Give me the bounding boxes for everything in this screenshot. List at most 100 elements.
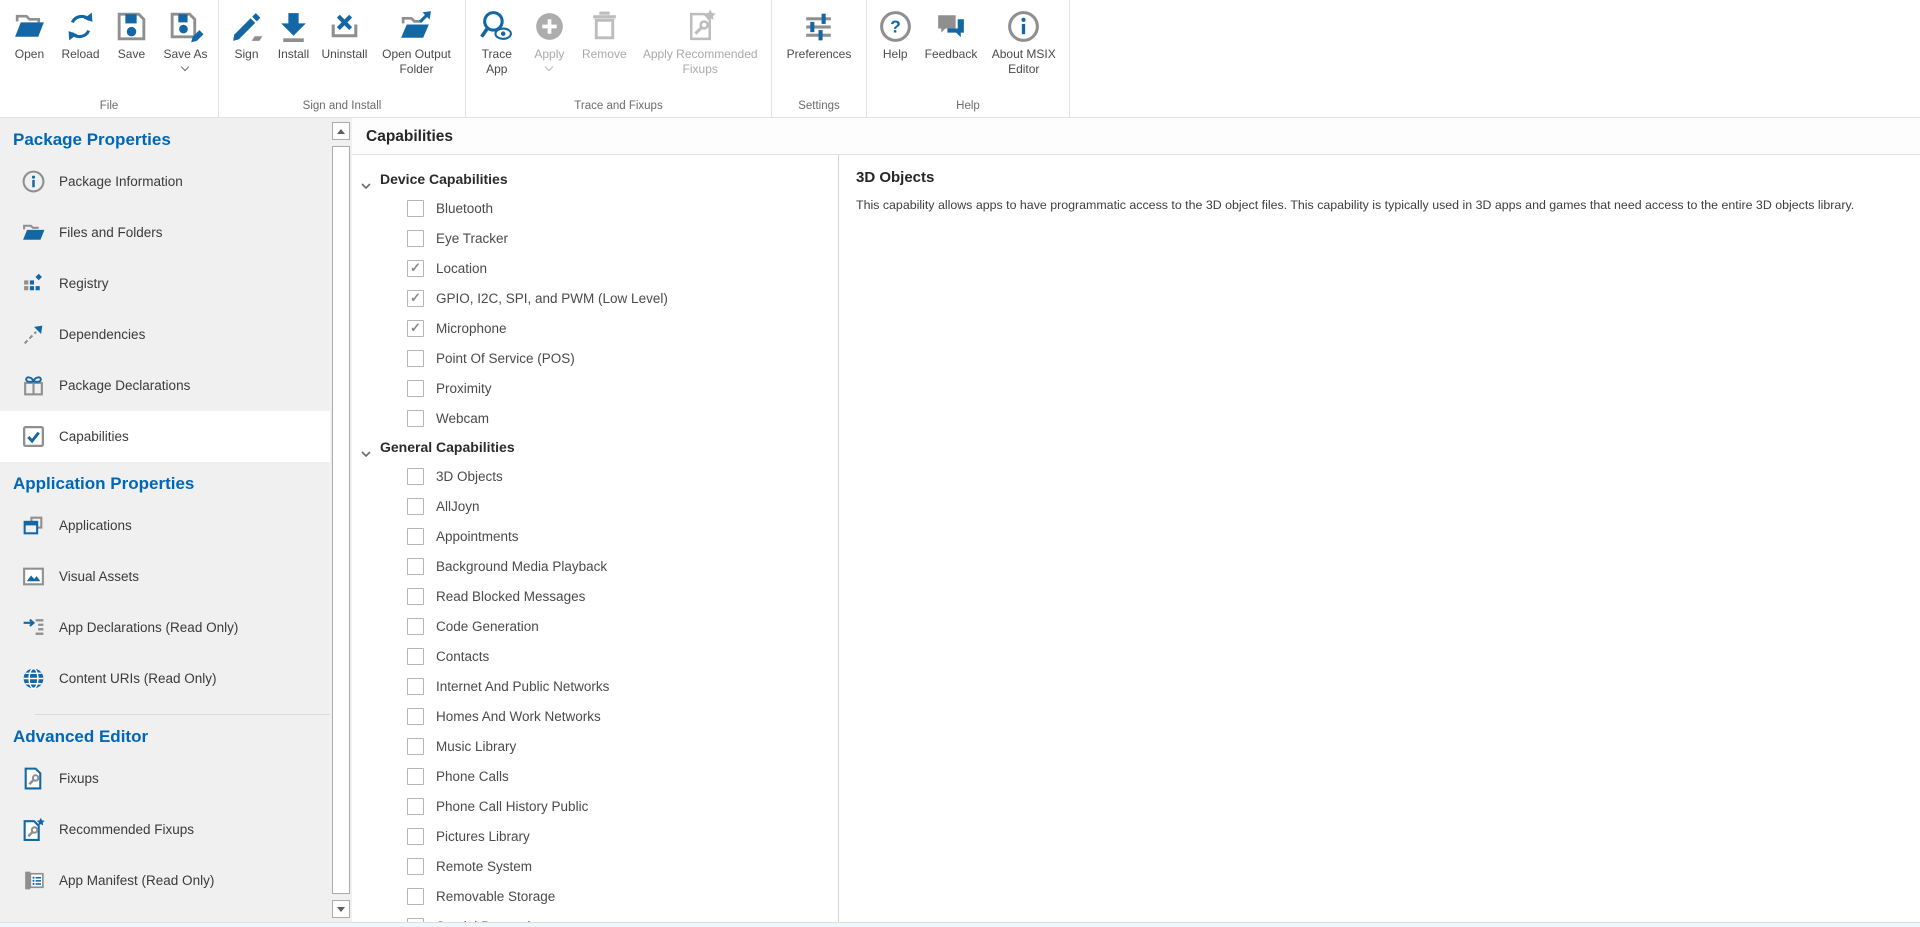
- sidebar-section-header-application-properties: Application Properties: [0, 462, 330, 500]
- scrollbar-up-button[interactable]: [332, 122, 350, 140]
- capability-detail-title: 3D Objects: [856, 169, 1902, 186]
- checkbox-removable-storage[interactable]: [407, 888, 424, 905]
- trace-app-button[interactable]: Trace App: [474, 7, 520, 78]
- checkbox-point-of-service-pos[interactable]: [407, 350, 424, 367]
- sidebar-scrollbar[interactable]: [330, 118, 352, 927]
- checkbox-remote-system[interactable]: [407, 858, 424, 875]
- capability-label: Bluetooth: [436, 201, 493, 216]
- sidebar-item-package-information[interactable]: Package Information: [0, 156, 330, 207]
- checkbox-proximity[interactable]: [407, 380, 424, 397]
- checkbox-gpio-i2c-spi-and-pwm-low-level[interactable]: [407, 290, 424, 307]
- capability-row-location: Location: [352, 253, 838, 283]
- checkbox-internet-and-public-networks[interactable]: [407, 678, 424, 695]
- button-label: Remove: [582, 47, 627, 62]
- scrollbar-down-button[interactable]: [332, 900, 350, 918]
- tree-group-device-capabilities[interactable]: Device Capabilities: [352, 165, 838, 193]
- sidebar-item-label: Registry: [59, 276, 109, 291]
- sidebar-item-fixups[interactable]: Fixups: [0, 753, 330, 804]
- capability-label: Remote System: [436, 859, 532, 874]
- capability-row-remote-system: Remote System: [352, 851, 838, 881]
- sidebar-item-content-uris-read-only[interactable]: Content URIs (Read Only): [0, 653, 330, 704]
- button-label: Reload: [61, 47, 99, 62]
- help-button[interactable]: ?Help: [873, 7, 917, 63]
- sidebar-item-files-and-folders[interactable]: Files and Folders: [0, 207, 330, 258]
- capability-label: Eye Tracker: [436, 231, 508, 246]
- ribbon-group-trace-and-fixups: Trace AppApplyRemoveApply Recommended Fi…: [466, 0, 772, 117]
- capability-row-phone-calls: Phone Calls: [352, 761, 838, 791]
- checkbox-webcam[interactable]: [407, 410, 424, 427]
- ribbon-toolbar: OpenReloadSaveSave AsFileSignInstallUnin…: [0, 0, 1920, 118]
- checkbox-bluetooth[interactable]: [407, 200, 424, 217]
- preferences-button[interactable]: Preferences: [784, 7, 855, 63]
- triangle-down-icon: [337, 907, 345, 912]
- sidebar-item-recommended-fixups[interactable]: Recommended Fixups: [0, 804, 330, 855]
- scrollbar-thumb[interactable]: [332, 146, 350, 894]
- reload-button[interactable]: Reload: [58, 7, 102, 63]
- save-button[interactable]: Save: [109, 7, 153, 63]
- checkbox-phone-calls[interactable]: [407, 768, 424, 785]
- recommended-fixups-icon: [21, 817, 46, 842]
- window-bottom-edge: [0, 922, 1920, 927]
- feedback-button[interactable]: Feedback: [922, 7, 981, 63]
- sidebar-item-app-manifest-read-only[interactable]: App Manifest (Read Only): [0, 855, 330, 906]
- sidebar-item-package-declarations[interactable]: Package Declarations: [0, 360, 330, 411]
- capability-label: Phone Call History Public: [436, 799, 588, 814]
- checkbox-3d-objects[interactable]: [407, 468, 424, 485]
- sidebar-item-label: Package Declarations: [59, 378, 190, 393]
- capability-label: Homes And Work Networks: [436, 709, 601, 724]
- button-label: Trace App: [477, 47, 517, 77]
- checkbox-phone-call-history-public[interactable]: [407, 798, 424, 815]
- checkbox-microphone[interactable]: [407, 320, 424, 337]
- sidebar-item-app-declarations-read-only[interactable]: App Declarations (Read Only): [0, 602, 330, 653]
- uninstall-button[interactable]: Uninstall: [318, 7, 370, 63]
- checkbox-contacts[interactable]: [407, 648, 424, 665]
- chevron-down-icon: [361, 444, 371, 450]
- checkbox-music-library[interactable]: [407, 738, 424, 755]
- capability-row-appointments: Appointments: [352, 521, 838, 551]
- sidebar-item-visual-assets[interactable]: Visual Assets: [0, 551, 330, 602]
- checkbox-eye-tracker[interactable]: [407, 230, 424, 247]
- sidebar-item-capabilities[interactable]: Capabilities: [0, 411, 330, 462]
- open-button[interactable]: Open: [7, 7, 51, 63]
- capability-row-music-library: Music Library: [352, 731, 838, 761]
- about-msix-editor-button[interactable]: About MSIX Editor: [985, 7, 1063, 78]
- open-output-folder-button[interactable]: Open Output Folder: [373, 7, 459, 78]
- checkbox-background-media-playback[interactable]: [407, 558, 424, 575]
- capability-row-homes-and-work-networks: Homes And Work Networks: [352, 701, 838, 731]
- checkbox-alljoyn[interactable]: [407, 498, 424, 515]
- chevron-down-icon: [181, 63, 189, 71]
- checkbox-pictures-library[interactable]: [407, 828, 424, 845]
- remove-button: Remove: [579, 7, 630, 63]
- capability-label: Removable Storage: [436, 889, 555, 904]
- tree-group-general-capabilities[interactable]: General Capabilities: [352, 433, 838, 461]
- button-label: Save: [118, 47, 145, 62]
- sidebar-item-dependencies[interactable]: Dependencies: [0, 309, 330, 360]
- checkbox-code-generation[interactable]: [407, 618, 424, 635]
- chevron-down-icon: [361, 176, 371, 182]
- sidebar-item-label: Capabilities: [59, 429, 129, 444]
- capability-detail-description: This capability allows apps to have prog…: [856, 196, 1902, 215]
- capability-label: Pictures Library: [436, 829, 530, 844]
- ribbon-group-label: Settings: [772, 100, 866, 117]
- uninstall-icon: [326, 8, 363, 45]
- ribbon-group-buttons: ?HelpFeedbackAbout MSIX Editor: [867, 0, 1069, 100]
- checkbox-appointments[interactable]: [407, 528, 424, 545]
- capability-row-point-of-service-pos: Point Of Service (POS): [352, 343, 838, 373]
- checkbox-location[interactable]: [407, 260, 424, 277]
- save-as-button[interactable]: Save As: [160, 7, 210, 71]
- sidebar-item-applications[interactable]: Applications: [0, 500, 330, 551]
- reload-icon: [62, 8, 99, 45]
- checkbox-homes-and-work-networks[interactable]: [407, 708, 424, 725]
- registry-icon: [21, 271, 46, 296]
- sidebar-item-label: Files and Folders: [59, 225, 163, 240]
- sidebar-item-label: Dependencies: [59, 327, 145, 342]
- sidebar-item-registry[interactable]: Registry: [0, 258, 330, 309]
- package-information-icon: [21, 169, 46, 194]
- install-button[interactable]: Install: [271, 7, 315, 63]
- ribbon-group-buttons: SignInstallUninstallOpen Output Folder: [219, 0, 465, 100]
- ribbon-group-label: Help: [867, 100, 1069, 117]
- sign-button[interactable]: Sign: [224, 7, 268, 63]
- checkbox-read-blocked-messages[interactable]: [407, 588, 424, 605]
- main-panel: Capabilities Device CapabilitiesBluetoot…: [352, 118, 1920, 927]
- capability-label: Proximity: [436, 381, 492, 396]
